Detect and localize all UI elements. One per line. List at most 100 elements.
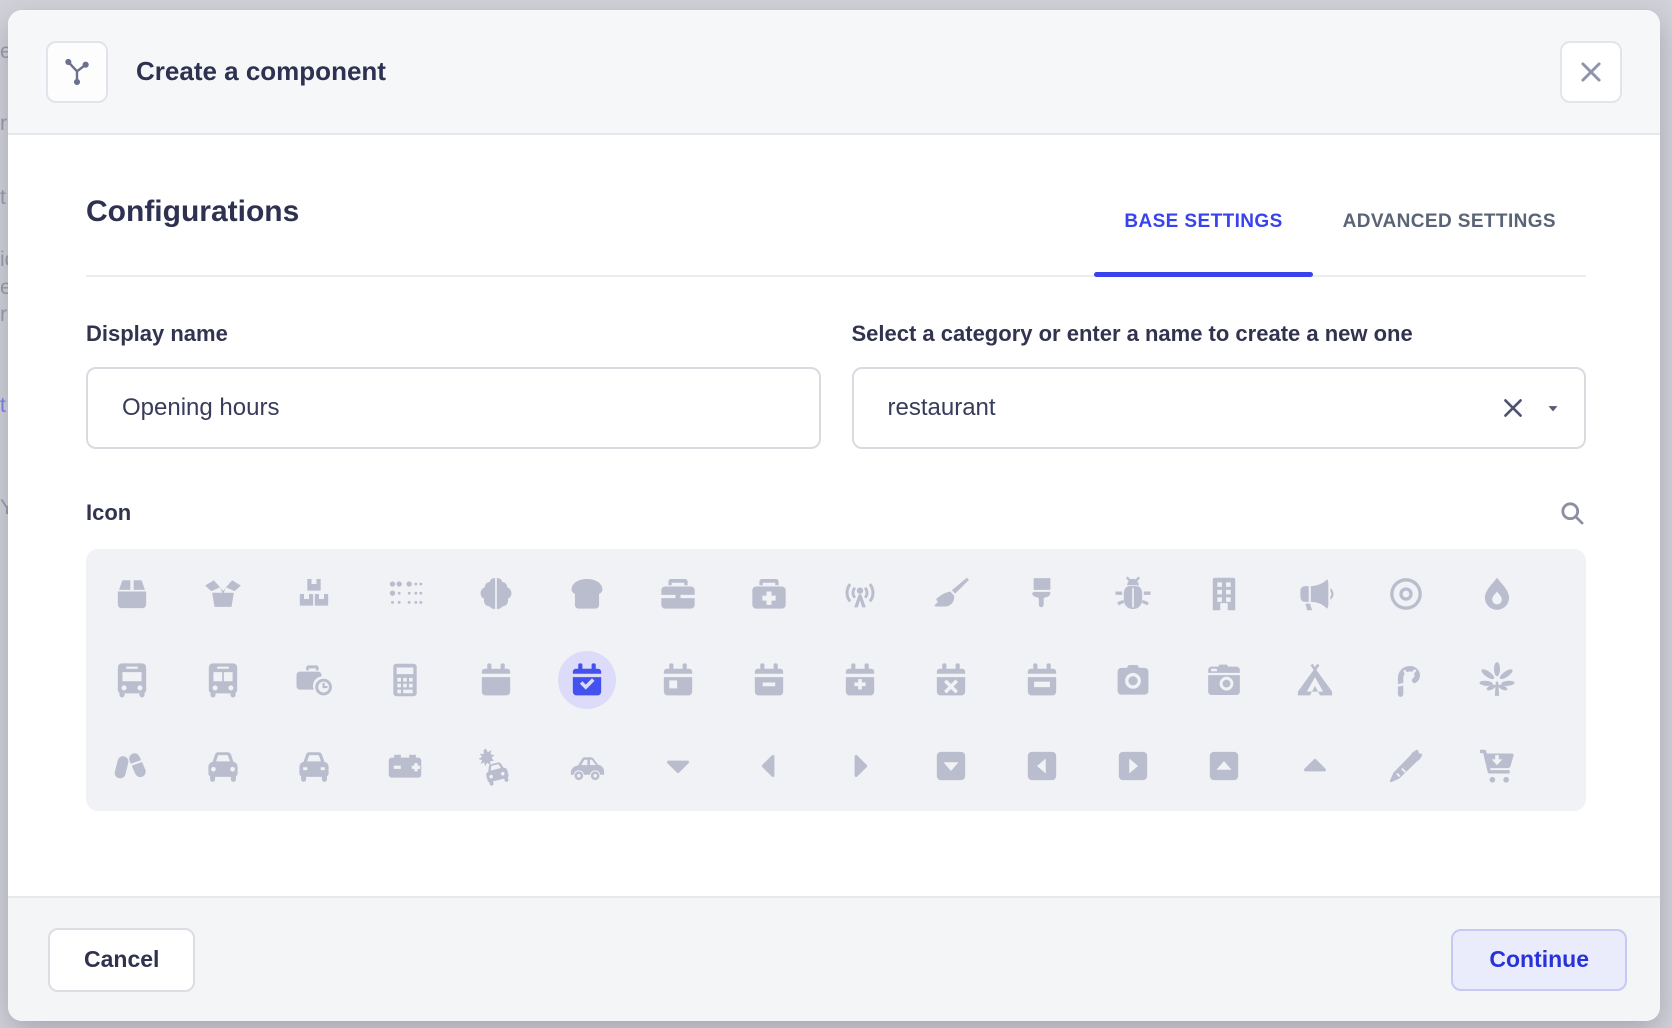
icon-circle	[1468, 651, 1526, 709]
category-select[interactable]: restaurant	[852, 367, 1587, 449]
icon-circle	[1013, 651, 1071, 709]
business-time-icon[interactable]	[268, 637, 359, 723]
braille-icon[interactable]	[359, 551, 450, 637]
bullhorn-icon[interactable]	[1269, 551, 1360, 637]
icon-circle	[467, 737, 525, 795]
icon-circle	[1104, 737, 1162, 795]
camera-retro-icon[interactable]	[1178, 637, 1269, 723]
icon-circle	[1377, 737, 1435, 795]
bug-icon[interactable]	[1087, 551, 1178, 637]
cannabis-icon[interactable]	[1451, 637, 1542, 723]
search-icon[interactable]	[1558, 499, 1586, 527]
modal-body: Configurations BASE SETTINGSADVANCED SET…	[8, 135, 1660, 896]
icon-circle	[194, 651, 252, 709]
create-component-modal: Create a component Configurations BASE S…	[8, 10, 1660, 1021]
bus-icon[interactable]	[86, 637, 177, 723]
icon-circle	[1286, 651, 1344, 709]
caret-up-icon[interactable]	[1269, 723, 1360, 809]
campground-icon[interactable]	[1269, 637, 1360, 723]
icon-circle	[831, 651, 889, 709]
icon-circle	[467, 651, 525, 709]
tab-base-settings[interactable]: BASE SETTINGS	[1094, 211, 1312, 275]
building-icon[interactable]	[1178, 551, 1269, 637]
car-crash-icon[interactable]	[450, 723, 541, 809]
icon-circle	[831, 565, 889, 623]
calendar-plus-icon[interactable]	[814, 637, 905, 723]
icon-picker-section: Icon	[86, 499, 1586, 811]
briefcase-medical-icon[interactable]	[723, 551, 814, 637]
candy-cane-icon[interactable]	[1360, 637, 1451, 723]
icon-circle	[376, 651, 434, 709]
page-title: Configurations	[86, 195, 299, 275]
calendar-icon[interactable]	[450, 637, 541, 723]
camera-icon[interactable]	[1087, 637, 1178, 723]
configurations-row: Configurations BASE SETTINGSADVANCED SET…	[86, 195, 1586, 277]
backdrop-text-fragment: r	[0, 112, 7, 136]
screen: erticertY Create a component Configura	[0, 0, 1672, 1028]
brain-icon[interactable]	[450, 551, 541, 637]
cart-arrow-down-icon[interactable]	[1451, 723, 1542, 809]
icon-circle	[285, 565, 343, 623]
car-side-icon[interactable]	[541, 723, 632, 809]
backdrop-text-fragment: r	[0, 303, 7, 327]
carrot-icon[interactable]	[1360, 723, 1451, 809]
caret-square-right-icon[interactable]	[1087, 723, 1178, 809]
icon-circle	[649, 737, 707, 795]
briefcase-icon[interactable]	[632, 551, 723, 637]
calendar-check-icon[interactable]	[541, 637, 632, 723]
icon-picker-header: Icon	[86, 499, 1586, 527]
icon-grid	[86, 549, 1586, 811]
icon-circle	[285, 651, 343, 709]
calendar-day-icon[interactable]	[632, 637, 723, 723]
tab-advanced-settings[interactable]: ADVANCED SETTINGS	[1313, 211, 1586, 275]
icon-circle	[922, 737, 980, 795]
icon-circle	[467, 565, 525, 623]
caret-right-icon[interactable]	[814, 723, 905, 809]
icon-grid-row	[86, 723, 1586, 809]
caret-down-icon[interactable]	[632, 723, 723, 809]
icon-label: Icon	[86, 500, 131, 526]
caret-square-up-icon[interactable]	[1178, 723, 1269, 809]
caret-square-down-icon[interactable]	[905, 723, 996, 809]
bread-slice-icon[interactable]	[541, 551, 632, 637]
icon-circle	[649, 565, 707, 623]
calendar-minus-icon[interactable]	[723, 637, 814, 723]
bus-alt-icon[interactable]	[177, 637, 268, 723]
icon-circle	[376, 737, 434, 795]
bullseye-icon[interactable]	[1360, 551, 1451, 637]
clear-x-icon[interactable]	[1500, 395, 1526, 421]
icon-circle	[194, 565, 252, 623]
caret-square-left-icon[interactable]	[996, 723, 1087, 809]
icon-circle	[558, 737, 616, 795]
modal-footer: Cancel Continue	[8, 896, 1660, 1021]
fields-row: Display name Select a category or enter …	[86, 321, 1586, 449]
close-icon[interactable]	[1560, 41, 1622, 103]
caret-down-icon[interactable]	[1544, 399, 1562, 417]
brush-icon[interactable]	[996, 551, 1087, 637]
cancel-button[interactable]: Cancel	[48, 928, 195, 992]
icon-circle	[740, 651, 798, 709]
display-name-input[interactable]	[86, 367, 821, 449]
calendar-times-icon[interactable]	[905, 637, 996, 723]
caret-left-icon[interactable]	[723, 723, 814, 809]
car-battery-icon[interactable]	[359, 723, 450, 809]
icon-circle	[649, 651, 707, 709]
icon-circle	[922, 565, 980, 623]
calculator-icon[interactable]	[359, 637, 450, 723]
icon-circle	[1195, 651, 1253, 709]
icon-circle	[1468, 737, 1526, 795]
icon-circle	[285, 737, 343, 795]
boxes-icon[interactable]	[268, 551, 359, 637]
car-alt-icon[interactable]	[268, 723, 359, 809]
icon-grid-row	[86, 551, 1586, 637]
broom-icon[interactable]	[905, 551, 996, 637]
modal-header: Create a component	[8, 10, 1660, 135]
broadcast-tower-icon[interactable]	[814, 551, 905, 637]
box-icon[interactable]	[86, 551, 177, 637]
continue-button[interactable]: Continue	[1451, 929, 1627, 991]
calendar-week-icon[interactable]	[996, 637, 1087, 723]
box-open-icon[interactable]	[177, 551, 268, 637]
burn-icon[interactable]	[1451, 551, 1542, 637]
capsules-icon[interactable]	[86, 723, 177, 809]
car-icon[interactable]	[177, 723, 268, 809]
